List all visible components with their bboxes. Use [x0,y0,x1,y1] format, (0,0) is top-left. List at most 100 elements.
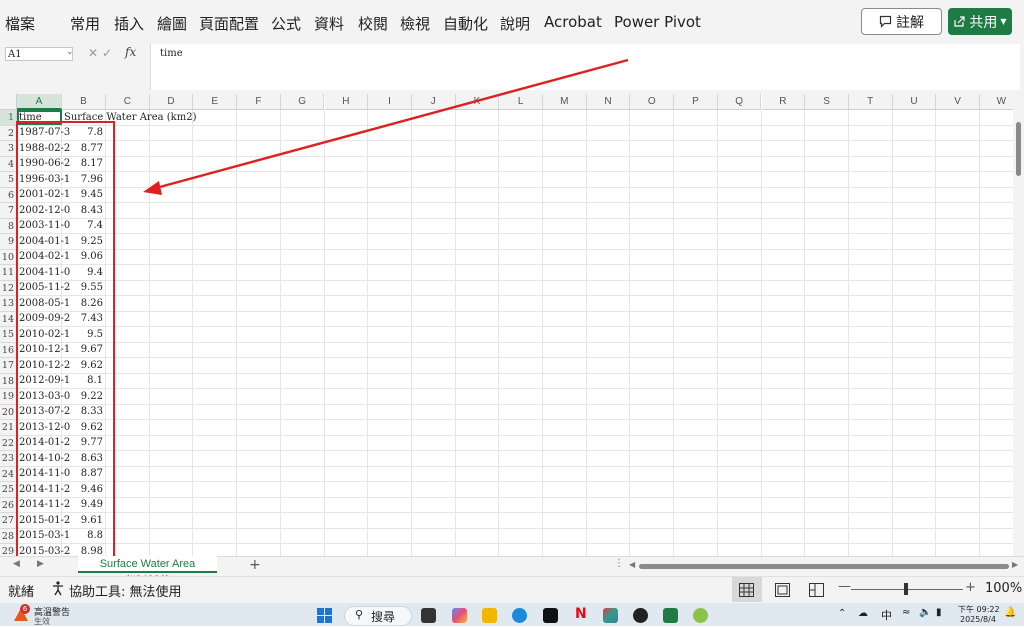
column-header[interactable]: G [280,94,325,110]
cell-area[interactable]: 8.17 [62,158,103,169]
menu-item[interactable]: 自動化 [443,13,488,34]
menu-item[interactable]: 說明 [500,13,530,34]
page-break-preview-icon[interactable] [809,582,824,601]
horizontal-scroll-thumb[interactable] [639,564,1009,569]
column-header[interactable]: U [892,94,937,110]
menu-item[interactable]: 繪圖 [157,13,187,34]
column-header[interactable]: O [630,94,675,110]
column-header[interactable]: C [106,94,150,110]
row-header[interactable]: 4 [0,156,17,172]
cell-area[interactable]: 8.1 [62,375,103,386]
worksheet-grid[interactable]: A B C D E F G H I J K L M N O P Q R S T U V W 1 2 3 4 5 6 7 8 9 10 11 12 13… [0,94,1013,556]
cell-area[interactable]: 9.62 [62,360,103,371]
app-icon[interactable] [633,608,648,623]
row-header[interactable]: 13 [0,296,17,312]
clock-date[interactable]: 2025/8/4 [960,615,996,624]
column-header[interactable]: H [324,94,369,110]
chevron-up-icon[interactable]: ⌃ [838,608,846,619]
cloud-icon[interactable]: ☁ [858,608,868,619]
cell-area[interactable]: 7.43 [62,313,103,324]
cell-area[interactable]: 8.98 [62,546,103,557]
row-header[interactable]: 6 [0,187,17,203]
row-header[interactable]: 18 [0,373,17,389]
zoom-level[interactable]: 100% [985,581,1022,596]
zoom-in-button[interactable]: + [965,580,976,595]
row-header[interactable]: 8 [0,218,17,234]
excel-app-icon[interactable] [663,608,678,623]
ime-indicator[interactable]: 中 [881,607,892,623]
cell-area[interactable]: 8.87 [62,468,103,479]
volume-icon[interactable]: 🔈 [919,607,931,618]
column-header[interactable]: P [674,94,718,110]
column-header[interactable]: S [805,94,849,110]
row-header[interactable]: 20 [0,404,17,420]
column-header[interactable]: R [761,94,806,110]
cell-area[interactable]: 9.45 [62,189,103,200]
column-header[interactable]: L [499,94,543,110]
cell-area[interactable]: 9.61 [62,515,103,526]
zoom-out-button[interactable]: — [838,579,851,594]
cell-area[interactable]: 7.8 [62,127,103,138]
menu-item[interactable]: 常用 [70,13,100,34]
row-header[interactable]: 5 [0,172,17,188]
row-header[interactable]: 7 [0,203,17,219]
cell-area[interactable]: 9.49 [62,499,103,510]
share-button[interactable]: 共用 ▼ [948,8,1012,35]
insert-function-icon[interactable]: fx [125,45,136,59]
cell-area[interactable]: 8.26 [62,298,103,309]
add-sheet-button[interactable]: + [249,557,261,573]
cancel-confirm-icons[interactable]: ✕✓ [88,46,116,60]
cell-area[interactable]: 7.4 [62,220,103,231]
column-header[interactable]: E [193,94,238,110]
column-header[interactable]: I [368,94,412,110]
sheet-tab[interactable]: Surface Water Area (#84220) [78,556,217,586]
page-layout-icon[interactable] [775,582,790,601]
column-header[interactable]: B [62,94,106,110]
menu-item[interactable]: 檔案 [5,13,35,34]
menu-item[interactable]: 插入 [114,13,144,34]
row-header[interactable]: 23 [0,451,17,467]
row-header[interactable]: 9 [0,234,17,250]
accessibility-icon[interactable] [50,580,66,600]
scroll-right-icon[interactable]: ▶ [1012,560,1018,569]
row-header[interactable]: 17 [0,358,17,374]
row-header[interactable]: 27 [0,513,17,529]
cell-area[interactable]: 8.63 [62,453,103,464]
battery-icon[interactable]: ▮ [936,607,942,618]
column-header[interactable]: Q [717,94,762,110]
cell-area[interactable]: 9.22 [62,391,103,402]
column-header[interactable]: T [848,94,893,110]
column-header[interactable]: J [411,94,456,110]
row-header[interactable]: 2 [0,125,17,141]
select-all-corner[interactable] [0,94,17,110]
clock-time[interactable]: 下午 09:22 [958,604,1000,615]
cell-area[interactable]: 9.06 [62,251,103,262]
menu-item[interactable]: Acrobat [544,13,602,31]
wifi-icon[interactable]: ≈ [902,607,910,618]
cell-area[interactable]: 9.55 [62,282,103,293]
menu-item[interactable]: 檢視 [400,13,430,34]
cell-area[interactable]: 9.5 [62,329,103,340]
app-icon[interactable] [603,608,618,623]
chevron-down-icon[interactable]: ⌄ [66,47,74,57]
row-header[interactable]: 16 [0,342,17,358]
column-header[interactable]: A [17,94,62,110]
row-header[interactable]: 12 [0,280,17,296]
row-header[interactable]: 25 [0,482,17,498]
column-header[interactable]: D [149,94,194,110]
zoom-slider-knob[interactable] [904,583,908,595]
cell-area[interactable]: 7.96 [62,174,103,185]
menu-item[interactable]: 校閱 [358,13,388,34]
row-header[interactable]: 19 [0,389,17,405]
task-view-icon[interactable] [421,608,436,623]
column-header[interactable]: N [586,94,631,110]
row-header[interactable]: 22 [0,435,17,451]
qgis-app-icon[interactable] [693,608,708,623]
row-header[interactable]: 26 [0,497,17,513]
cell-header-surface-water-area[interactable]: Surface Water Area (km2) [64,112,196,123]
vertical-scroll-thumb[interactable] [1016,122,1021,176]
copilot-icon[interactable] [452,608,467,623]
more-options-icon[interactable]: ⋮ [614,558,624,569]
name-box[interactable]: A1 [5,47,73,61]
row-header[interactable]: 10 [0,249,17,265]
